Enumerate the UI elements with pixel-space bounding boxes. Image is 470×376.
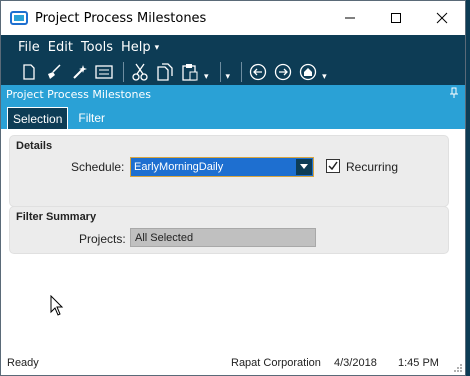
form-icon[interactable]: [93, 61, 115, 83]
panel-title: Project Process Milestones: [6, 87, 151, 101]
status-time: 1:45 PM: [398, 357, 439, 369]
projects-value: All Selected: [135, 231, 194, 244]
schedule-select[interactable]: EarlyMorningDaily: [130, 157, 314, 177]
pin-icon[interactable]: [449, 87, 459, 99]
menu-help[interactable]: Help: [121, 40, 151, 55]
new-document-icon[interactable]: [18, 61, 40, 83]
back-icon[interactable]: [247, 61, 269, 83]
tab-selection[interactable]: Selection: [7, 107, 69, 129]
resize-grip-icon[interactable]: [453, 363, 463, 373]
title-bar[interactable]: Project Process Milestones: [1, 1, 465, 35]
menu-overflow-icon[interactable]: ▾: [155, 42, 160, 53]
panel-header: Project Process Milestones: [1, 85, 465, 103]
menu-tools[interactable]: Tools: [81, 40, 113, 55]
tab-strip: Selection Filter: [1, 103, 465, 129]
home-icon[interactable]: [297, 61, 319, 83]
status-bar: Ready Rapat Corporation 4/3/2018 1:45 PM: [1, 353, 465, 375]
toolbar-separator: [123, 62, 124, 82]
toolbar-separator: [219, 62, 221, 82]
app-icon: [10, 11, 28, 25]
background-window-edge: [466, 0, 470, 376]
maximize-icon: [391, 13, 401, 23]
copy-icon[interactable]: [154, 61, 176, 83]
content-area: Details Schedule: EarlyMorningDaily Recu…: [1, 129, 465, 353]
dropdown-button[interactable]: [296, 159, 312, 175]
maximize-button[interactable]: [373, 1, 419, 35]
company-name: Rapat Corporation: [231, 357, 321, 369]
mouse-cursor-icon: [50, 295, 64, 316]
cut-icon[interactable]: [129, 61, 151, 83]
recurring-checkbox[interactable]: [326, 159, 340, 173]
close-icon: [436, 12, 448, 24]
toolbar-separator: [241, 62, 243, 82]
status-date: 4/3/2018: [334, 357, 377, 369]
window-title: Project Process Milestones: [35, 10, 207, 26]
clear-icon[interactable]: [43, 61, 65, 83]
menu-edit[interactable]: Edit: [48, 40, 73, 55]
schedule-label: Schedule:: [71, 160, 125, 174]
forward-icon[interactable]: [272, 61, 294, 83]
filter-summary-title: Filter Summary: [16, 211, 97, 223]
app-window: Project Process Milestones File Edit Too…: [0, 0, 466, 376]
toolbar-overflow-icon[interactable]: ▾: [322, 71, 327, 85]
projects-field: All Selected: [130, 228, 316, 247]
checkmark-icon: [328, 161, 338, 171]
projects-label: Projects:: [79, 232, 126, 246]
tab-filter[interactable]: Filter: [73, 107, 110, 129]
magic-wand-icon[interactable]: [68, 61, 90, 83]
paste-icon[interactable]: [179, 61, 201, 83]
close-button[interactable]: [419, 1, 465, 35]
details-title: Details: [16, 140, 53, 152]
recurring-label: Recurring: [346, 160, 399, 174]
minimize-button[interactable]: [327, 1, 373, 35]
schedule-value: EarlyMorningDaily: [134, 161, 224, 173]
chevron-down-icon: [300, 164, 308, 169]
toolbar-overflow-icon[interactable]: ▾: [204, 71, 209, 85]
filter-summary-group: Filter Summary Projects: All Selected: [9, 206, 449, 254]
menu-file[interactable]: File: [18, 40, 40, 55]
status-text: Ready: [7, 357, 39, 369]
minimize-icon: [345, 17, 355, 19]
toolbar-overflow-icon[interactable]: ▾: [226, 71, 231, 85]
details-group: Details Schedule: EarlyMorningDaily Recu…: [9, 135, 449, 207]
toolbar: ▾ ▾ ▾: [1, 59, 465, 85]
menu-bar: File Edit Tools Help ▾: [1, 35, 465, 59]
